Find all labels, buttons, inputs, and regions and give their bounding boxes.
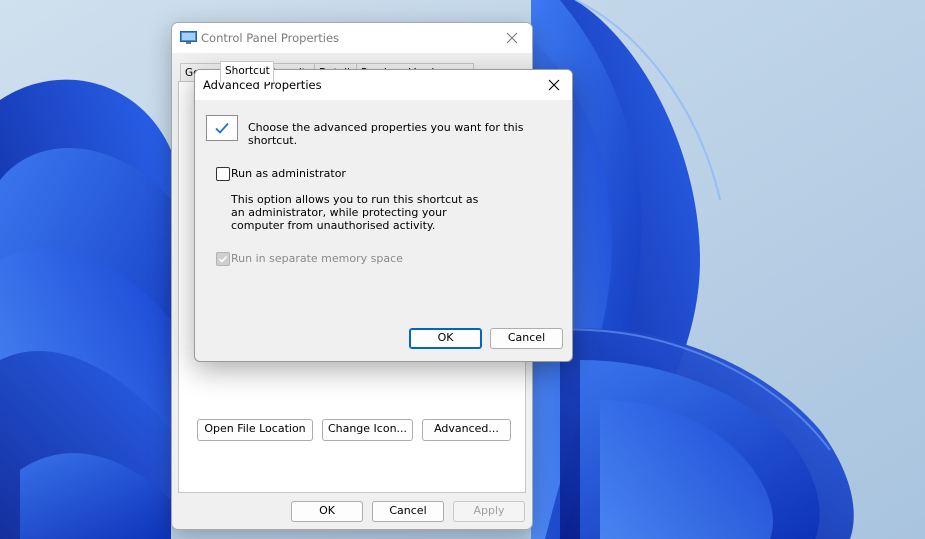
advanced-button[interactable]: Advanced... xyxy=(422,419,511,441)
run-as-administrator-description: This option allows you to run this short… xyxy=(231,193,479,232)
close-icon[interactable] xyxy=(542,73,566,97)
control-panel-icon xyxy=(180,31,197,44)
back-window-title: Control Panel Properties xyxy=(201,31,340,45)
back-ok-button[interactable]: OK xyxy=(291,501,363,522)
checkmark-icon xyxy=(215,122,229,134)
back-window-titlebar[interactable]: Control Panel Properties xyxy=(172,23,532,53)
cancel-button[interactable]: Cancel xyxy=(490,328,563,349)
run-as-administrator-label[interactable]: Run as administrator xyxy=(231,167,346,180)
back-cancel-button[interactable]: Cancel xyxy=(372,501,444,522)
tab-shortcut[interactable]: Shortcut xyxy=(220,61,274,82)
checkmark-icon xyxy=(218,255,228,263)
apply-button: Apply xyxy=(453,501,525,522)
dialog-intro-text: Choose the advanced properties you want … xyxy=(248,121,524,147)
advanced-properties-dialog: Advanced Properties Choose the advanced … xyxy=(194,69,573,362)
checkmark-tile xyxy=(206,115,238,141)
separate-memory-checkbox xyxy=(216,252,230,266)
separate-memory-label: Run in separate memory space xyxy=(231,252,403,265)
open-file-location-button[interactable]: Open File Location xyxy=(197,419,313,441)
run-as-administrator-checkbox[interactable] xyxy=(216,167,230,181)
close-icon[interactable] xyxy=(500,26,524,50)
change-icon-button[interactable]: Change Icon... xyxy=(322,419,413,441)
ok-button[interactable]: OK xyxy=(409,328,482,349)
